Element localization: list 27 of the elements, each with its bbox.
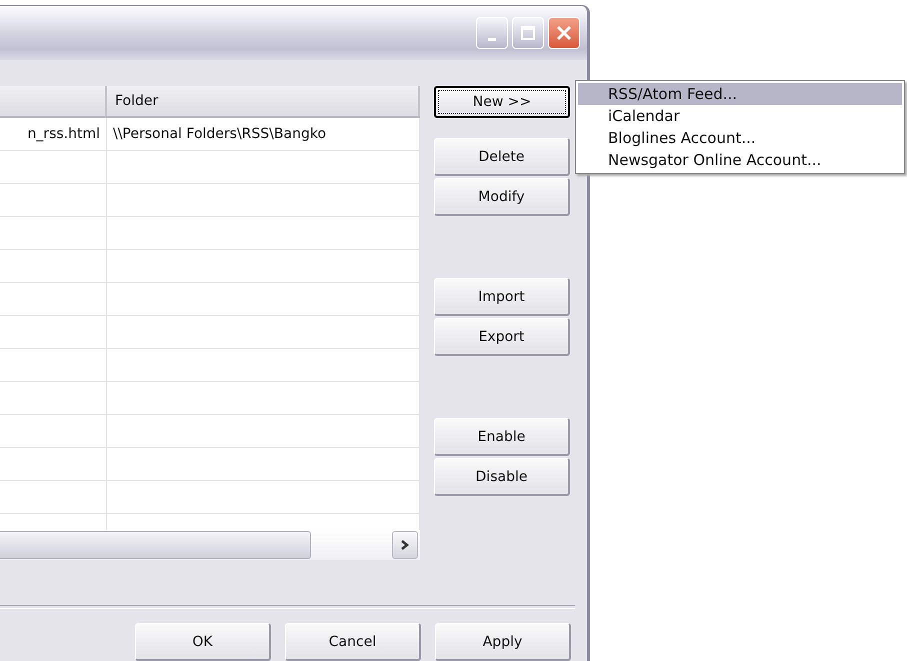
action-button[interactable]: Enable bbox=[434, 418, 570, 456]
action-button[interactable]: Import bbox=[434, 278, 570, 316]
maximize-button[interactable] bbox=[512, 17, 544, 49]
menu-item[interactable]: Bloglines Account... bbox=[578, 127, 902, 149]
minimize-button[interactable] bbox=[476, 17, 508, 49]
scroll-right-button[interactable] bbox=[392, 531, 418, 559]
chevron-right-icon bbox=[401, 540, 409, 550]
menu-item[interactable]: Newsgator Online Account... bbox=[578, 149, 902, 171]
table-cell: n_rss.html bbox=[0, 118, 107, 150]
scroll-thumb[interactable] bbox=[0, 531, 311, 559]
menu-item[interactable]: RSS/Atom Feed... bbox=[578, 83, 902, 105]
minimize-icon bbox=[488, 38, 496, 40]
dialog-button[interactable]: OK bbox=[135, 623, 271, 661]
close-button[interactable] bbox=[548, 17, 580, 49]
action-button[interactable]: Disable bbox=[434, 458, 570, 496]
action-button[interactable]: Export bbox=[434, 318, 570, 356]
maximize-icon bbox=[520, 25, 536, 41]
action-button[interactable]: Delete bbox=[434, 138, 570, 176]
dialog-button[interactable]: Cancel bbox=[285, 623, 421, 661]
dialog-button[interactable]: Apply bbox=[435, 623, 571, 661]
menu-item[interactable]: iCalendar bbox=[578, 105, 902, 127]
table-cell: \\Personal Folders\RSS\Bangko bbox=[107, 118, 420, 150]
action-button[interactable]: Modify bbox=[434, 178, 570, 216]
close-icon bbox=[555, 24, 573, 42]
table-row[interactable]: n_rss.html \\Personal Folders\RSS\Bangko bbox=[0, 118, 420, 151]
action-button[interactable]: New >> bbox=[434, 86, 570, 118]
horizontal-scrollbar[interactable] bbox=[0, 530, 420, 560]
